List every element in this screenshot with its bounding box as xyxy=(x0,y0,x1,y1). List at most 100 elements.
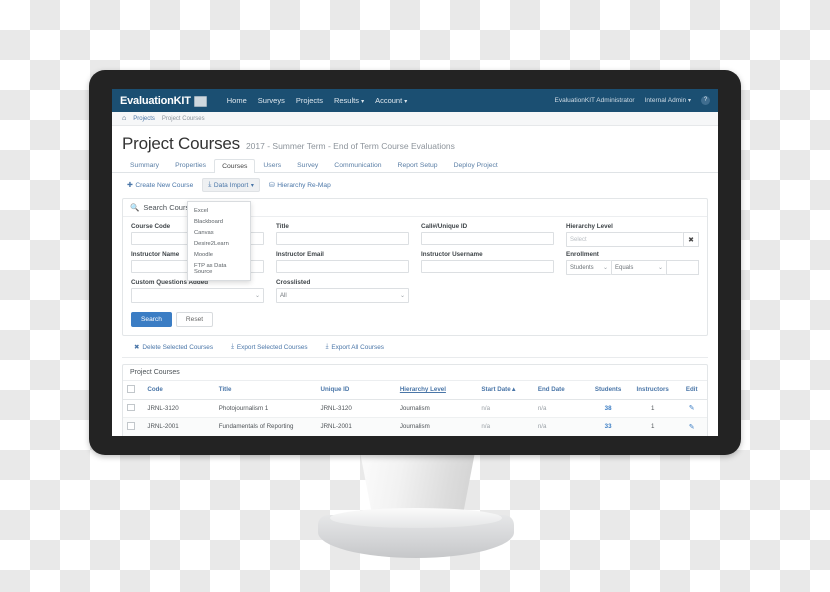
cell-code: JRNL-3120 xyxy=(143,399,215,418)
label-instructor-email: Instructor Email xyxy=(276,251,324,258)
data-import-button[interactable]: ⤓ Data Import ▾ xyxy=(202,178,260,192)
tab-deploy-project[interactable]: Deploy Project xyxy=(446,158,506,172)
grid-spacer-2 xyxy=(566,279,699,303)
enrollment-value-input[interactable] xyxy=(666,260,699,275)
nav-item-account-label: Account xyxy=(375,96,403,105)
tab-summary[interactable]: Summary xyxy=(122,158,167,172)
cell-instructors: 1 xyxy=(628,417,677,436)
chevron-down-icon: ⌄ xyxy=(399,293,405,299)
cell-edit[interactable]: ✎ xyxy=(676,399,707,418)
unique-id-input[interactable] xyxy=(421,232,554,245)
hierarchy-remap-label: Hierarchy Re-Map xyxy=(277,181,331,189)
field-instructor-email: Instructor Email xyxy=(276,251,409,275)
cell-hierarchy: Journalism xyxy=(395,399,478,418)
field-instructor-username: Instructor Username xyxy=(421,251,554,275)
hierarchy-level-control: Select ✖ xyxy=(566,232,699,247)
nav-right: EvaluationKIT Administrator Internal Adm… xyxy=(555,96,710,105)
hierarchy-clear-button[interactable]: ✖ xyxy=(683,232,699,247)
action-toolbar: ✚ Create New Course ⤓ Data Import ▾ ⛁ Hi… xyxy=(112,173,718,196)
home-icon[interactable]: ⌂ xyxy=(122,115,126,122)
search-button[interactable]: Search xyxy=(131,312,172,327)
nav-item-surveys[interactable]: Surveys xyxy=(258,96,285,105)
tab-users[interactable]: Users xyxy=(255,158,289,172)
crosslisted-select[interactable]: All ⌄ xyxy=(276,288,409,303)
table-row[interactable]: JRNL-3120 Photojournalism 1 JRNL-3120 Jo… xyxy=(123,399,707,418)
tab-survey[interactable]: Survey xyxy=(289,158,326,172)
chevron-down-icon: ⌄ xyxy=(254,293,260,299)
brand-logo[interactable]: EvaluationKIT xyxy=(120,95,207,107)
row-checkbox[interactable] xyxy=(127,422,135,430)
role-switcher[interactable]: Internal Admin ▾ xyxy=(645,97,691,104)
menu-item-blackboard[interactable]: Blackboard xyxy=(188,216,250,227)
export-all-label: Export All Courses xyxy=(331,343,384,351)
cell-students[interactable]: 38 xyxy=(587,399,629,418)
col-students[interactable]: Students xyxy=(587,381,629,400)
tab-report-setup[interactable]: Report Setup xyxy=(390,158,446,172)
tab-communication[interactable]: Communication xyxy=(326,158,389,172)
col-end-date[interactable]: End Date xyxy=(533,381,588,400)
hierarchy-level-select[interactable]: Select xyxy=(566,232,683,247)
menu-item-excel[interactable]: Excel xyxy=(188,205,250,216)
delete-selected-courses-link[interactable]: ✖ Delete Selected Courses xyxy=(134,343,214,352)
select-all-checkbox[interactable] xyxy=(127,385,135,393)
nav-item-account[interactable]: Account ▾ xyxy=(375,96,407,105)
search-icon: 🔍 xyxy=(130,203,140,212)
brand-label: EvaluationKIT xyxy=(120,94,191,107)
breadcrumb-projects[interactable]: Projects xyxy=(133,116,155,122)
row-checkbox-cell[interactable] xyxy=(123,399,144,418)
pencil-icon[interactable]: ✎ xyxy=(689,405,695,412)
nav-item-results[interactable]: Results ▾ xyxy=(334,96,364,105)
enrollment-type-value: Students xyxy=(570,264,594,271)
menu-item-desire2learn[interactable]: Desire2Learn xyxy=(188,238,250,249)
create-new-course-button[interactable]: ✚ Create New Course xyxy=(122,179,198,191)
delete-selected-label: Delete Selected Courses xyxy=(142,343,214,351)
table-row[interactable]: JRNL-2001 Fundamentals of Reporting JRNL… xyxy=(123,417,707,436)
enrollment-control: Students ⌄ Equals ⌄ xyxy=(566,260,699,275)
cell-start-date: n/a xyxy=(477,399,534,418)
title-input[interactable] xyxy=(276,232,409,245)
nav-item-home[interactable]: Home xyxy=(227,96,247,105)
cell-edit[interactable]: ✎ xyxy=(676,417,707,436)
nav-item-results-label: Results xyxy=(333,96,359,105)
custom-questions-select[interactable]: ⌄ xyxy=(131,288,264,303)
row-checkbox-cell[interactable] xyxy=(123,417,144,436)
reset-button[interactable]: Reset xyxy=(175,312,214,327)
cell-code: JRNL-2001 xyxy=(143,417,215,436)
tab-properties[interactable]: Properties xyxy=(167,158,214,172)
cell-title: Photojournalism 1 xyxy=(214,399,317,418)
enrollment-type-select[interactable]: Students ⌄ xyxy=(566,260,611,275)
nav-item-projects[interactable]: Projects xyxy=(296,96,323,105)
export-all-courses-link[interactable]: ⤓ Export All Courses xyxy=(326,343,384,351)
tab-courses[interactable]: Courses xyxy=(214,159,256,173)
cell-end-date: n/a xyxy=(533,399,588,418)
menu-item-canvas[interactable]: Canvas xyxy=(188,227,250,238)
instructor-username-input[interactable] xyxy=(421,260,554,273)
data-import-menu[interactable]: Excel Blackboard Canvas Desire2Learn Moo… xyxy=(187,201,251,281)
col-title[interactable]: Title xyxy=(214,381,317,400)
chevron-down-icon: ⌄ xyxy=(602,265,608,271)
row-checkbox[interactable] xyxy=(127,403,135,411)
menu-item-moodle[interactable]: Moodle xyxy=(188,249,250,260)
enrollment-operator-select[interactable]: Equals ⌄ xyxy=(611,260,666,275)
breadcrumb-current: Project Courses xyxy=(161,115,205,122)
hierarchy-remap-button[interactable]: ⛁ Hierarchy Re-Map xyxy=(264,179,336,191)
select-all-header[interactable] xyxy=(123,381,144,400)
field-custom-questions: Custom Questions Added ⌄ xyxy=(131,279,264,303)
col-code[interactable]: Code xyxy=(143,381,215,400)
col-instructors[interactable]: Instructors xyxy=(628,381,677,400)
plus-icon: ✚ xyxy=(127,182,133,189)
col-hierarchy-level[interactable]: Hierarchy Level xyxy=(395,381,478,400)
help-icon[interactable]: ? xyxy=(701,96,710,105)
col-unique-id[interactable]: Unique ID xyxy=(316,381,396,400)
label-hierarchy-level: Hierarchy Level xyxy=(566,223,613,230)
sort-ascending-icon: ▲ xyxy=(510,386,517,394)
export-selected-courses-link[interactable]: ⤓ Export Selected Courses xyxy=(231,343,308,351)
cell-students[interactable]: 33 xyxy=(587,417,629,436)
chevron-down-icon: ▾ xyxy=(361,99,365,105)
col-start-date[interactable]: Start Date▲ xyxy=(477,381,534,400)
monitor-stand-lip xyxy=(330,508,502,528)
menu-item-ftp-data-source[interactable]: FTP as Data Source xyxy=(188,260,250,277)
pencil-icon[interactable]: ✎ xyxy=(689,424,695,431)
delete-x-icon: ✖ xyxy=(134,344,140,351)
instructor-email-input[interactable] xyxy=(276,260,409,273)
